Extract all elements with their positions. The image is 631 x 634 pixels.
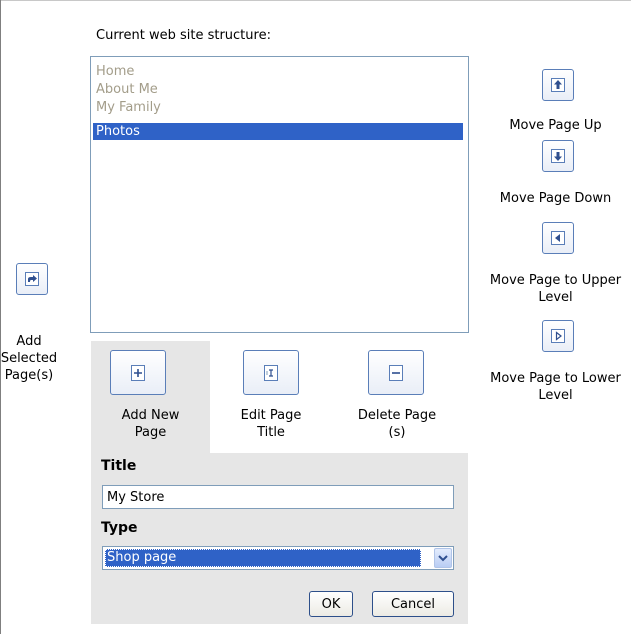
- tab-add-new-page[interactable]: [110, 350, 166, 395]
- list-item-my-family[interactable]: My Family: [93, 99, 463, 116]
- structure-label: Current web site structure:: [96, 28, 271, 43]
- add-selected-pages-label: Add Selected Page(s): [0, 334, 58, 383]
- ok-button[interactable]: OK: [309, 591, 353, 617]
- list-item-home[interactable]: Home: [93, 63, 463, 80]
- delete-page-icon: [389, 364, 403, 381]
- move-page-down-label: Move Page Down: [499, 191, 612, 206]
- tab-add-new-page-label: Add New Page: [121, 408, 180, 440]
- move-page-upper-level-button[interactable]: [542, 222, 574, 254]
- move-page-up-label: Move Page Up: [509, 118, 602, 133]
- type-select-value: Shop page: [105, 549, 421, 567]
- tab-edit-page-title-label: Edit Page Title: [240, 408, 302, 440]
- add-page-icon: [131, 364, 145, 381]
- type-select[interactable]: Shop page: [102, 546, 454, 570]
- site-structure-list[interactable]: Home About Me My Family Photos: [90, 56, 469, 333]
- move-page-lower-level-button[interactable]: [542, 320, 574, 352]
- list-item-photos[interactable]: Photos: [93, 123, 463, 140]
- add-selected-icon: [25, 272, 39, 286]
- move-page-up-button[interactable]: [542, 69, 574, 101]
- list-item-about-me[interactable]: About Me: [93, 81, 463, 98]
- move-page-down-button[interactable]: [542, 140, 574, 172]
- type-field-label: Type: [101, 520, 138, 536]
- arrow-left-icon: [551, 231, 565, 245]
- add-selected-pages-button[interactable]: [16, 263, 48, 295]
- window-left-edge: [0, 0, 1, 634]
- chevron-down-icon: [438, 555, 448, 562]
- title-field-label: Title: [101, 458, 137, 474]
- move-page-lower-level-label: Move Page to Lower Level: [490, 371, 621, 403]
- tab-delete-page-label: Delete Page (s): [357, 408, 437, 440]
- arrow-up-icon: [551, 78, 565, 92]
- move-page-upper-level-label: Move Page to Upper Level: [489, 273, 622, 305]
- arrow-down-icon: [551, 149, 565, 163]
- tab-edit-page-title[interactable]: [243, 350, 299, 395]
- cancel-button[interactable]: Cancel: [372, 591, 454, 617]
- tab-delete-page[interactable]: [368, 350, 424, 395]
- window-top-edge: [0, 0, 631, 1]
- title-input[interactable]: [102, 485, 454, 509]
- edit-title-icon: [264, 364, 278, 381]
- arrow-right-icon: [551, 329, 565, 343]
- type-select-dropdown-button[interactable]: [434, 548, 452, 568]
